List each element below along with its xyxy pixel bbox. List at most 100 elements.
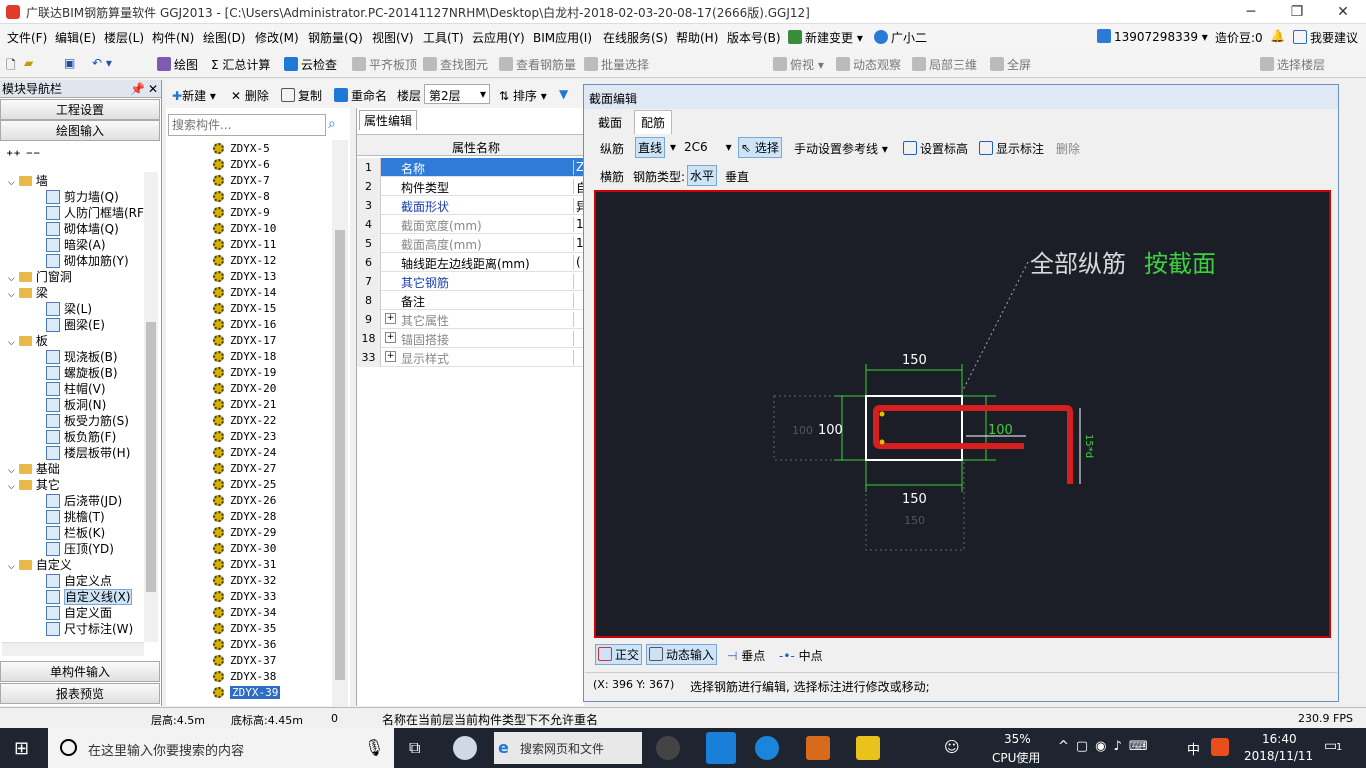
component-list-item[interactable]: ZDYX-28 [213, 510, 276, 523]
component-list-item[interactable]: ZDYX-8 [213, 190, 270, 203]
tree-folder[interactable]: ⌵ 其它 [8, 476, 60, 493]
new-component-button[interactable]: ✚新建 ▾ [172, 87, 216, 104]
ortho-button[interactable]: 正交 [595, 644, 643, 665]
pdf-app-icon[interactable] [806, 736, 830, 760]
property-row[interactable]: 18 + 锚固搭接 [357, 329, 585, 348]
component-list-item[interactable]: ZDYX-11 [213, 238, 276, 251]
dynamic-input-button[interactable]: 动态输入 [646, 644, 718, 665]
manual-ref-line-button[interactable]: 手动设置参考线 ▾ [794, 140, 888, 157]
menu-rebar-qty[interactable]: 钢筋量(Q) [308, 29, 363, 46]
property-row[interactable]: 1 名称 Z [357, 158, 585, 177]
account-phone[interactable]: 13907298339 ▾ [1097, 29, 1208, 44]
ggj-app-icon[interactable] [706, 732, 736, 764]
show-annotation-button[interactable]: 显示标注 [979, 140, 1044, 157]
rename-component-button[interactable]: 重命名 [334, 87, 387, 104]
rebar-point-1[interactable] [879, 411, 885, 417]
section-canvas[interactable]: 全部纵筋 按截面 100 150 150 100 100 150 15*d [594, 190, 1331, 638]
nav-scroll-thumb[interactable] [146, 322, 156, 592]
menu-edit[interactable]: 编辑(E) [55, 29, 96, 46]
menu-component[interactable]: 构件(N) [152, 29, 194, 46]
component-list-item[interactable]: ZDYX-17 [213, 334, 276, 347]
feedback-link[interactable]: 我要建议 [1293, 29, 1358, 46]
tree-item[interactable]: 砌体墙(Q) [46, 220, 119, 237]
chevron-icon[interactable]: ⌵ [8, 562, 15, 572]
cloud-check-button[interactable]: 云检查 [284, 56, 337, 73]
tree-item[interactable]: 人防门框墙(RF [46, 204, 144, 221]
property-row[interactable]: 5 截面高度(mm) 1 [357, 234, 585, 253]
tree-item[interactable]: 尺寸标注(W) [46, 620, 133, 637]
component-list-item[interactable]: ZDYX-21 [213, 398, 276, 411]
rebar-hook[interactable] [873, 405, 1073, 484]
expand-icon[interactable]: + [385, 351, 396, 362]
close-icon[interactable]: ✕ [1320, 0, 1366, 24]
people-icon[interactable]: ☺ [944, 738, 960, 756]
chevron-icon[interactable]: ⌵ [8, 290, 15, 300]
component-list-item[interactable]: ZDYX-36 [213, 638, 276, 651]
tree-item[interactable]: 自定义面 [46, 604, 112, 621]
component-list-item[interactable]: ZDYX-6 [213, 158, 270, 171]
undo-icon[interactable]: ↶ ▾ [92, 56, 112, 70]
perpendicular-button[interactable]: ⊣ 垂点 [727, 647, 765, 664]
tray-icons[interactable]: ^▢◉♪⌨ [1058, 739, 1155, 754]
expand-icon[interactable]: + [385, 313, 396, 324]
chevron-icon[interactable]: ⌵ [8, 466, 15, 476]
menu-file[interactable]: 文件(F) [7, 29, 47, 46]
menu-new-change[interactable]: 新建变更 ▾ [788, 29, 863, 46]
dim-top-text[interactable]: 150 [902, 353, 927, 368]
chevron-icon[interactable]: ⌵ [8, 178, 15, 188]
tree-folder[interactable]: ⌵ 基础 [8, 460, 60, 477]
horizontal-button[interactable]: 水平 [687, 165, 718, 186]
menu-modify[interactable]: 修改(M) [255, 29, 299, 46]
component-list-item[interactable]: ZDYX-39 [213, 686, 281, 699]
component-list-item[interactable]: ZDYX-31 [213, 558, 276, 571]
list-scrollbar[interactable] [332, 140, 348, 706]
sort-button[interactable]: ⇅ 排序 ▾ [499, 87, 547, 104]
tree-folder[interactable]: ⌵ 门窗洞 [8, 268, 72, 285]
menu-online[interactable]: 在线服务(S) [603, 29, 668, 46]
component-list-item[interactable]: ZDYX-5 [213, 142, 270, 155]
property-row[interactable]: 7 其它钢筋 [357, 272, 585, 291]
rebar-spec-select[interactable]: 2C6 ▾ [684, 140, 732, 154]
fullscreen-button[interactable]: 全屏 [990, 56, 1031, 73]
tab-section[interactable]: 截面 [596, 113, 624, 132]
project-settings-button[interactable]: 工程设置 [0, 99, 160, 120]
component-list-item[interactable]: ZDYX-16 [213, 318, 276, 331]
select-floor-button[interactable]: 选择楼层 [1260, 56, 1325, 73]
nav-close-icon[interactable]: ✕ [148, 80, 158, 98]
component-list-item[interactable]: ZDYX-35 [213, 622, 276, 635]
search-icon[interactable]: ⌕ [328, 116, 336, 132]
menu-cloud[interactable]: 云应用(Y) [472, 29, 525, 46]
tree-folder[interactable]: ⌵ 梁 [8, 284, 48, 301]
draw-button[interactable]: 绘图 [157, 56, 198, 73]
tree-item[interactable]: 剪力墙(Q) [46, 188, 119, 205]
local-3d-button[interactable]: 局部三维 [912, 56, 977, 73]
menu-tools[interactable]: 工具(T) [423, 29, 464, 46]
notes-app-icon[interactable] [856, 736, 880, 760]
note-by-section[interactable]: 按截面 [1144, 250, 1216, 278]
property-tab[interactable]: 属性编辑 [359, 110, 418, 130]
g-app-icon[interactable] [755, 736, 779, 760]
component-list-item[interactable]: ZDYX-10 [213, 222, 276, 235]
tree-item[interactable]: 栏板(K) [46, 524, 105, 541]
delete-component-button[interactable]: ✕ 删除 [231, 87, 269, 104]
expand-icon[interactable]: + [385, 332, 396, 343]
component-list-item[interactable]: ZDYX-32 [213, 574, 276, 587]
summary-calc-button[interactable]: Σ 汇总计算 [211, 56, 270, 73]
menu-view[interactable]: 视图(V) [372, 29, 414, 46]
nav-scrollbar[interactable] [144, 172, 158, 642]
component-list-item[interactable]: ZDYX-12 [213, 254, 276, 267]
note-all-long-rebar[interactable]: 全部纵筋 [1030, 250, 1126, 278]
tree-folder[interactable]: ⌵ 自定义 [8, 556, 72, 573]
vertical-button[interactable]: 垂直 [725, 168, 749, 185]
dim-left-text[interactable]: 100 [818, 423, 843, 438]
single-component-button[interactable]: 单构件输入 [0, 661, 160, 682]
component-list-item[interactable]: ZDYX-26 [213, 494, 276, 507]
component-list-item[interactable]: ZDYX-23 [213, 430, 276, 443]
copy-component-button[interactable]: 复制 [281, 87, 322, 104]
chevron-icon[interactable]: ⌵ [8, 274, 15, 284]
menu-guangxiaoer[interactable]: 广小二 [874, 29, 927, 46]
property-row[interactable]: 2构件类型自 [357, 177, 585, 196]
open-icon[interactable]: ▰ [24, 56, 33, 70]
list-scroll-thumb[interactable] [335, 230, 345, 680]
component-list-item[interactable]: ZDYX-33 [213, 590, 276, 603]
